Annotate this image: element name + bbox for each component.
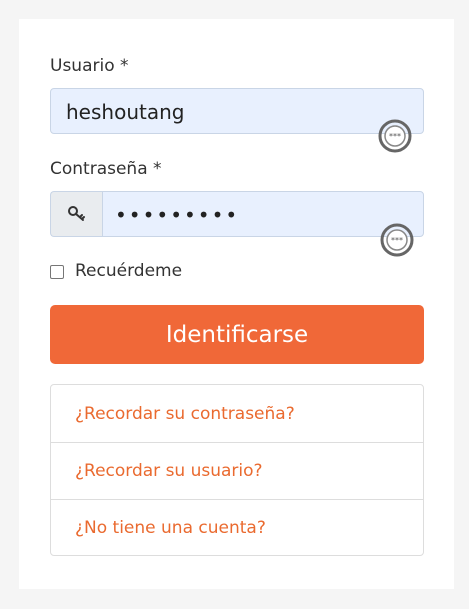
username-field[interactable]: heshoutang — [50, 88, 424, 134]
svg-text:***: *** — [389, 132, 401, 141]
username-value: heshoutang — [66, 100, 185, 124]
login-button[interactable]: Identificarse — [50, 305, 424, 364]
password-value: ••••••••• — [115, 203, 240, 227]
register-link[interactable]: ¿No tiene una cuenta? — [51, 499, 423, 556]
username-label: Usuario * — [50, 56, 129, 76]
remember-checkbox[interactable] — [50, 265, 64, 279]
password-field[interactable]: ••••••••• — [102, 191, 424, 237]
password-manager-icon[interactable]: *** — [377, 118, 413, 154]
forgot-username-link[interactable]: ¿Recordar su usuario? — [51, 442, 423, 499]
svg-text:***: *** — [391, 236, 403, 245]
forgot-password-link[interactable]: ¿Recordar su contraseña? — [51, 385, 423, 442]
login-card: Usuario * heshoutang *** Contraseña * ••… — [19, 19, 454, 589]
key-icon — [67, 206, 85, 221]
password-addon — [50, 191, 102, 237]
password-label: Contraseña * — [50, 159, 162, 179]
remember-label[interactable]: Recuérdeme — [75, 260, 182, 282]
password-manager-icon[interactable]: *** — [379, 222, 415, 258]
help-links-list: ¿Recordar su contraseña? ¿Recordar su us… — [50, 384, 424, 556]
